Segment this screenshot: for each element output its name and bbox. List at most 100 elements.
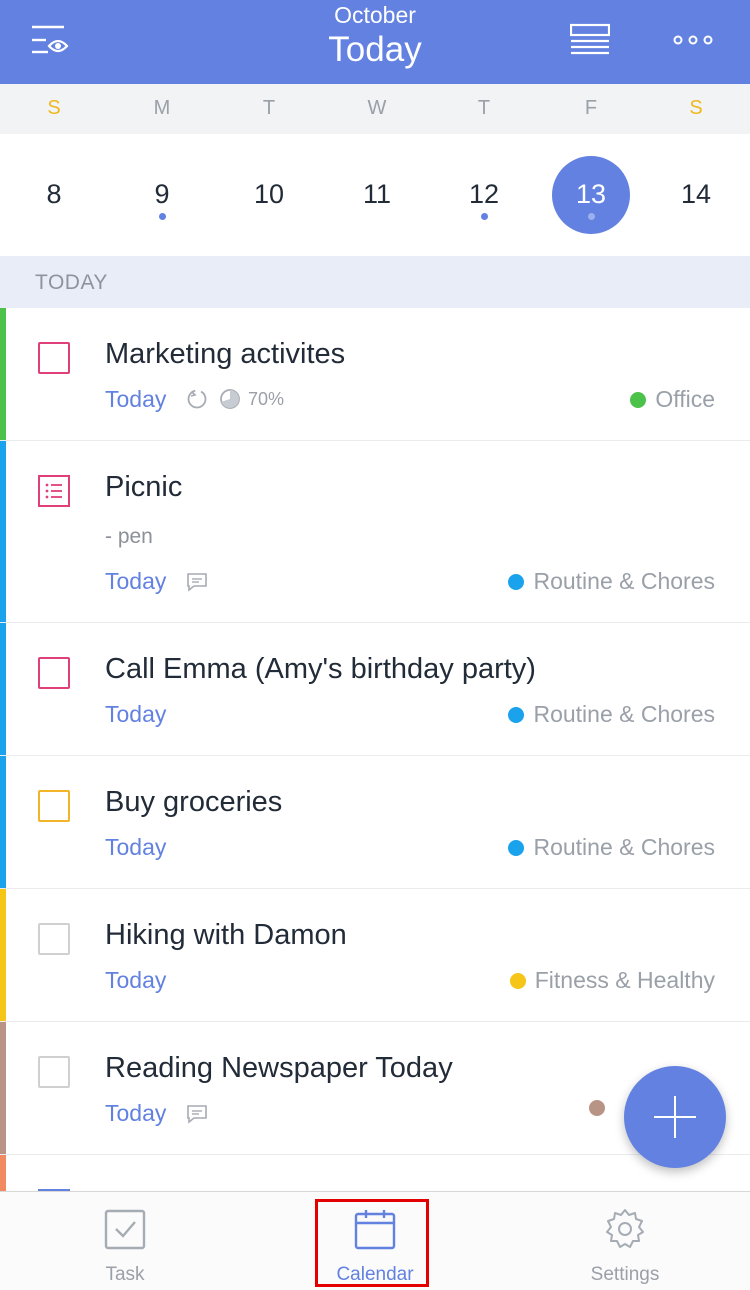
task-note: - pen <box>105 525 153 548</box>
task-dot <box>481 213 488 220</box>
category-dot <box>508 573 525 590</box>
category-bar <box>0 889 6 1021</box>
add-task-button[interactable] <box>624 1066 726 1168</box>
category-dot <box>509 972 526 989</box>
task-row[interactable]: Buy groceries Today Routine & Chores <box>0 756 750 889</box>
day-number: 14 <box>680 179 712 209</box>
task-title: Picnic <box>105 471 183 503</box>
header-month: October <box>334 2 416 28</box>
list-view-icon <box>570 23 610 55</box>
category-dot <box>630 391 647 408</box>
category-bar <box>0 308 6 440</box>
task-row[interactable]: Picnic - pen Today Routine & Chores <box>0 441 750 623</box>
weekday-sat: S <box>689 97 703 119</box>
weekday-thu: T <box>477 97 491 119</box>
week-day-strip: 8 9 10 11 12 13 14 <box>0 134 750 256</box>
day-cell[interactable]: 11 <box>338 156 416 234</box>
top-header: October Today <box>0 0 750 84</box>
task-list: Marketing activites Today 70% Office Pic… <box>0 308 750 1191</box>
day-number: 12 <box>468 179 500 209</box>
task-due: Today <box>105 967 167 993</box>
day-cell[interactable]: 12 <box>445 156 523 234</box>
task-due: Today <box>105 386 167 412</box>
task-title: Buy groceries <box>105 786 283 818</box>
category-bar <box>0 1155 6 1191</box>
day-cell[interactable]: 8 <box>15 156 93 234</box>
tab-label: Settings <box>590 1264 660 1285</box>
section-label: TODAY <box>35 271 108 294</box>
day-cell[interactable]: 9 <box>123 156 201 234</box>
task-row[interactable]: Marketing activites Today 70% Office <box>0 308 750 441</box>
category-label: Routine & Chores <box>533 568 715 594</box>
weekday-header: S M T W T F S <box>0 84 750 134</box>
day-number: 13 <box>575 179 607 209</box>
category-bar <box>0 756 6 888</box>
task-due: Today <box>105 1100 167 1126</box>
task-checkbox[interactable] <box>38 923 70 955</box>
repeat-icon <box>187 389 207 409</box>
task-checkbox[interactable] <box>38 790 70 822</box>
task-dot <box>159 213 166 220</box>
task-title: Hiking with Damon <box>105 919 347 951</box>
more-button[interactable] <box>663 14 723 66</box>
day-cell-selected[interactable]: 13 <box>552 156 630 234</box>
task-row[interactable]: Call Emma (Amy's birthday party) Today R… <box>0 623 750 756</box>
task-checkbox[interactable] <box>38 342 70 374</box>
task-dot <box>588 213 595 220</box>
category-bar <box>0 441 6 622</box>
task-title: Marketing activites <box>105 338 346 370</box>
category-dot <box>508 706 525 723</box>
task-meta <box>186 571 208 593</box>
task-checkbox[interactable] <box>38 657 70 689</box>
task-due: Today <box>105 701 167 727</box>
category-dot <box>589 1100 605 1116</box>
category-label: Routine & Chores <box>533 701 715 727</box>
task-category: Routine & Chores <box>508 834 715 861</box>
progress-pie-icon <box>220 389 240 409</box>
day-number: 10 <box>253 179 285 209</box>
task-progress: 70% <box>248 388 285 409</box>
weekday-tue: T <box>262 97 276 119</box>
tab-settings[interactable]: Settings <box>500 1192 750 1290</box>
day-number: 9 <box>154 179 170 209</box>
category-bar <box>0 623 6 755</box>
day-number: 11 <box>362 179 392 209</box>
tab-label: Task <box>105 1264 145 1285</box>
gear-icon <box>606 1209 644 1248</box>
task-category: Fitness & Healthy <box>509 967 715 994</box>
weekday-sun: S <box>47 97 61 119</box>
checklist-checkbox[interactable] <box>38 475 70 507</box>
task-row-partial[interactable] <box>0 1155 750 1191</box>
weekday-mon: M <box>153 97 171 119</box>
task-category: Routine & Chores <box>508 568 715 595</box>
checklist-icon <box>38 475 70 507</box>
day-number: 8 <box>46 179 62 209</box>
section-header: TODAY <box>0 256 750 308</box>
category-label: Fitness & Healthy <box>534 967 715 993</box>
list-view-button[interactable] <box>560 14 620 66</box>
category-label: Office <box>655 386 715 412</box>
task-checkbox[interactable] <box>38 1056 70 1088</box>
page-title[interactable]: Today <box>0 30 750 70</box>
comment-icon <box>187 573 207 592</box>
task-due: Today <box>105 834 167 860</box>
day-cell[interactable]: 14 <box>657 156 735 234</box>
weekday-wed: W <box>367 97 387 119</box>
category-dot <box>508 839 525 856</box>
highlight-box <box>315 1199 429 1287</box>
task-category: Routine & Chores <box>508 701 715 728</box>
task-title: Reading Newspaper Today <box>105 1052 453 1084</box>
task-meta <box>186 1103 208 1125</box>
task-due: Today <box>105 568 167 594</box>
category-label: Routine & Chores <box>533 834 715 860</box>
comment-icon <box>187 1105 207 1124</box>
more-dots-icon <box>673 35 713 45</box>
task-meta: 70% <box>186 388 284 410</box>
day-cell[interactable]: 10 <box>230 156 308 234</box>
checkbox-icon <box>104 1209 146 1250</box>
task-title: Call Emma (Amy's birthday party) <box>105 653 536 685</box>
task-category: Office <box>630 386 715 413</box>
weekday-fri: F <box>584 97 598 119</box>
tab-task[interactable]: Task <box>0 1192 250 1290</box>
task-row[interactable]: Hiking with Damon Today Fitness & Health… <box>0 889 750 1022</box>
